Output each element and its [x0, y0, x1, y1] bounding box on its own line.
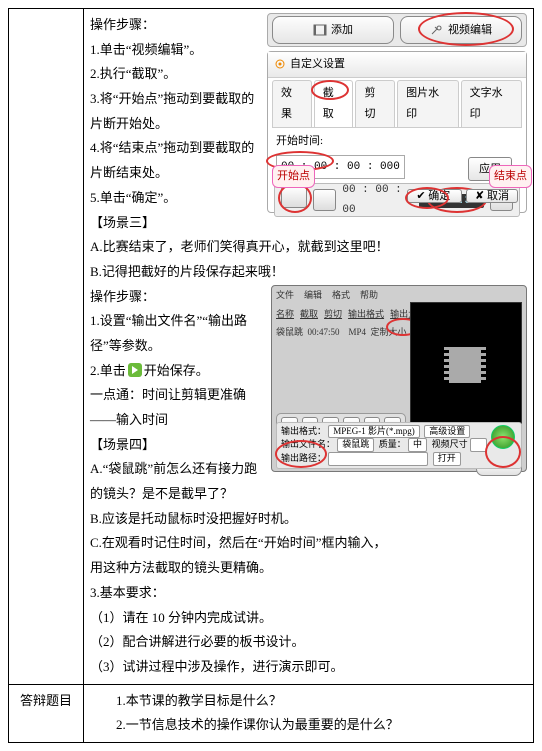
defense-q1: 1.本节课的教学目标是什么？	[90, 689, 527, 714]
top-button-row: 添加 视频编辑	[267, 13, 527, 47]
film-add-icon	[313, 24, 327, 36]
cell-name: 袋鼠跳	[276, 327, 303, 337]
cell-time: 00:47:50	[308, 327, 340, 337]
figure-export-app: 文件 编辑 格式 帮助 名称 截取 剪切 输出格式 输出大小 袋鼠跳 00:47…	[271, 285, 527, 472]
p2a: 2.单击	[90, 363, 126, 378]
dialog-title-text: 自定义设置	[290, 54, 345, 75]
film-icon	[449, 347, 481, 383]
col-name: 名称	[276, 306, 294, 323]
param-q-select[interactable]: 中	[408, 438, 427, 452]
scene4-c: C.在观看时记住时间，然后在“开始时间”框内输入，	[90, 531, 527, 556]
gear-icon	[274, 58, 286, 70]
annot-start: 开始点	[272, 165, 315, 188]
param-q-label: 质量：	[379, 439, 406, 449]
ok-button[interactable]: ✔ 确定	[407, 189, 462, 203]
req-1: （1）请在 10 分钟内完成试讲。	[90, 606, 527, 631]
highlight-ellipse-go	[485, 436, 521, 468]
custom-settings-dialog: 自定义设置 效果 截取 剪切 图片水印 文字水印 开始时间: 00 : 00 :…	[267, 51, 527, 213]
preview-pane	[410, 302, 522, 424]
param-name-input[interactable]: 袋鼠跳	[337, 438, 374, 452]
start-time-row: 开始时间:	[268, 128, 526, 152]
param-fmt-select[interactable]: MPEG-1 影片(*.mpg)	[328, 425, 420, 439]
col-fmt: 输出格式	[348, 306, 384, 323]
tab-cut[interactable]: 剪切	[355, 80, 395, 127]
req-2: （2）配合讲解进行必要的板书设计。	[90, 630, 527, 655]
scene3-a: A.比赛结束了，老师们笑得真开心，就截到这里吧！	[90, 235, 527, 260]
doc-table: 添加 视频编辑 自定义设置 效果 截取 剪切 图片水印 文字水印	[8, 8, 534, 743]
highlight-ellipse-tab	[311, 80, 349, 100]
scene3-b: B.记得把截好的片段保存起来哦！	[90, 260, 527, 285]
scene4-c2: 用这种方法截取的镜头更精确。	[90, 556, 527, 581]
tab-img-wm[interactable]: 图片水印	[397, 80, 458, 127]
highlight-ellipse-ok	[405, 187, 449, 209]
param-fmt-label: 输出格式：	[281, 426, 326, 436]
row1-content: 添加 视频编辑 自定义设置 效果 截取 剪切 图片水印 文字水印	[84, 9, 534, 685]
p2b: 开始保存。	[144, 363, 209, 378]
scene4-b: B.应该是托动鼠标时没把握好时机。	[90, 507, 527, 532]
tab-bar: 效果 截取 剪切 图片水印 文字水印	[268, 78, 526, 127]
menu-format[interactable]: 格式	[332, 287, 350, 304]
menu-file[interactable]: 文件	[276, 287, 294, 304]
add-button-label: 添加	[331, 20, 353, 41]
defense-label: 答辩题目	[9, 684, 84, 742]
col-clip: 截取	[300, 306, 318, 323]
highlight-ellipse-videoedit	[418, 12, 514, 46]
play-icon	[128, 363, 142, 377]
dialog-title: 自定义设置	[268, 52, 526, 78]
req-3: （3）试讲过程中涉及操作，进行演示即可。	[90, 655, 527, 680]
defense-q2: 2.一节信息技术的操作课你认为最重要的是什么？	[90, 713, 527, 738]
cancel-button[interactable]: ✘ 取消	[466, 189, 518, 203]
tab-clip[interactable]: 截取	[314, 80, 354, 127]
param-open-btn[interactable]: 打开	[433, 452, 461, 466]
param-path-input[interactable]	[328, 452, 428, 466]
req-heading: 3.基本要求：	[90, 581, 527, 606]
pause-button[interactable]	[313, 189, 336, 211]
start-time-label: 开始时间:	[276, 135, 323, 147]
menu-help[interactable]: 帮助	[360, 287, 378, 304]
col-cut: 剪切	[324, 306, 342, 323]
figure-video-edit: 添加 视频编辑 自定义设置 效果 截取 剪切 图片水印 文字水印	[267, 13, 527, 213]
param-size-label: 视频尺寸	[432, 439, 468, 449]
small-time: 00 : 00 : 00	[342, 180, 412, 222]
tab-effect[interactable]: 效果	[272, 80, 312, 127]
params-panel: 输出格式： MPEG-1 影片(*.mpg) 高级设置 输出文件名： 袋鼠跳 质…	[276, 422, 522, 469]
add-button[interactable]: 添加	[272, 16, 394, 44]
highlight-ellipse-path	[275, 440, 327, 468]
param-set-btn[interactable]: 高级设置	[424, 425, 470, 439]
cell-fmt: MP4	[349, 327, 367, 337]
row1-label	[9, 9, 84, 685]
dialog-buttons: ✔ 确定 ✘ 取消	[403, 183, 518, 208]
tab-text-wm[interactable]: 文字水印	[461, 80, 522, 127]
menu-edit[interactable]: 编辑	[304, 287, 322, 304]
defense-content: 1.本节课的教学目标是什么？ 2.一节信息技术的操作课你认为最重要的是什么？	[84, 684, 534, 742]
